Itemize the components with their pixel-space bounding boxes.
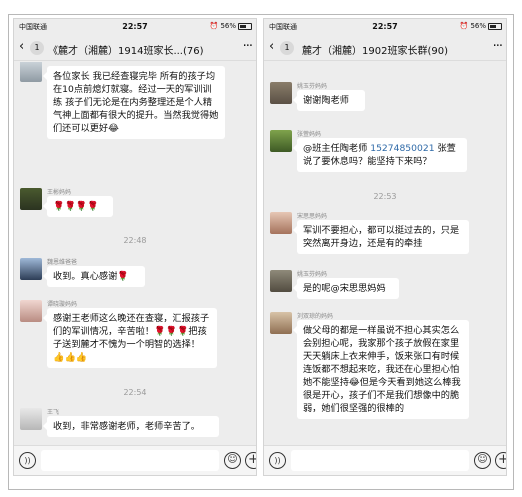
voice-input-icon[interactable]: )) [269, 452, 286, 469]
sender-name: 姚玉芬妈妈 [297, 271, 328, 278]
right-phone-screen: 中国联通 22:57 ⏰ 56% ‹ 1 麓才（湘麓）1902班家长群(90) … [263, 18, 507, 476]
message-bubble[interactable]: 感谢王老师这么晚还在查寝，汇报孩子们的军训情况，辛苦啦！🌹🌹🌹把孩子送到麓才不愧… [43, 308, 217, 368]
avatar[interactable] [20, 62, 42, 82]
chat-header: ‹ 1 《麓才（湘麓）1914班家长...(76) ··· [14, 35, 256, 61]
chat-title: 麓才（湘麓）1902班家长群(90) [302, 46, 448, 57]
phone-number-link[interactable]: 15274850021 [370, 143, 434, 154]
unread-count-badge: 1 [30, 41, 44, 55]
message-bubble[interactable]: 做父母的都是一样虽说不担心其实怎么会别担心呢，我家那个孩子放假在家里天天躺床上衣… [293, 320, 469, 419]
message-bubble[interactable]: 🌹🌹🌹🌹 [43, 196, 113, 217]
sender-name: 刘双琼的妈妈 [297, 313, 334, 320]
message-bubble[interactable]: 谢谢陶老师 [293, 90, 365, 111]
status-right: ⏰ 56% [210, 22, 252, 30]
voice-input-icon[interactable]: )) [19, 452, 36, 469]
status-right: ⏰ 56% [460, 22, 502, 30]
sender-name: 王彬妈妈 [47, 189, 72, 196]
sender-name: 姚玉芬妈妈 [297, 83, 328, 90]
avatar[interactable] [270, 82, 292, 104]
back-arrow-icon[interactable]: ‹ [19, 39, 24, 54]
avatar[interactable] [270, 130, 292, 152]
sender-name: 宋思思妈妈 [297, 213, 328, 220]
battery-icon [238, 22, 252, 30]
battery-label: 56% [220, 22, 236, 30]
message-bubble[interactable]: 各位家长 我已经查寝完毕 所有的孩子均在10点前熄灯就寝。经过一天的军训训练 孩… [43, 66, 225, 139]
emoji-icon[interactable]: ☺ [224, 452, 241, 469]
avatar[interactable] [20, 188, 42, 210]
back-arrow-icon[interactable]: ‹ [269, 39, 274, 54]
avatar[interactable] [20, 258, 42, 280]
unread-count-badge: 1 [280, 41, 294, 55]
avatar[interactable] [270, 212, 292, 234]
status-bar: 中国联通 22:57 ⏰ 56% [264, 19, 506, 35]
plus-icon[interactable]: + [495, 452, 506, 469]
input-bar: )) ☺ + [14, 445, 256, 475]
timestamp: 22:54 [123, 388, 147, 397]
chat-title: 《麓才（湘麓）1914班家长...(76) [48, 46, 204, 57]
timestamp: 22:48 [123, 236, 147, 245]
battery-icon [488, 22, 502, 30]
mention-text: @班主任陶老师 [303, 143, 371, 154]
emoji-icon[interactable]: ☺ [474, 452, 491, 469]
chat-header: ‹ 1 麓才（湘麓）1902班家长群(90) ··· [264, 35, 506, 61]
left-phone-screen: 中国联通 22:57 ⏰ 56% ‹ 1 《麓才（湘麓）1914班家长...(7… [13, 18, 257, 476]
timestamp: 22:53 [373, 192, 397, 201]
alarm-icon: ⏰ [209, 22, 219, 30]
message-bubble[interactable]: 军训不要担心，都可以挺过去的，只是突然离开身边，还是有的牵挂 [293, 220, 469, 254]
avatar[interactable] [270, 312, 292, 334]
avatar[interactable] [270, 270, 292, 292]
more-options-icon[interactable]: ··· [243, 39, 253, 54]
message-bubble[interactable]: @班主任陶老师 15274850021 张萱说了要休息吗？能坚持下来吗？ [293, 138, 467, 172]
message-bubble[interactable]: 是的呢@宋思思妈妈 [293, 278, 399, 299]
message-bubble[interactable]: 收到。真心感谢🌹 [43, 266, 145, 287]
battery-label: 56% [470, 22, 486, 30]
sender-name: 谭晓璇妈妈 [47, 301, 78, 308]
message-bubble[interactable]: 收到，非常感谢老师，老师辛苦了。 [43, 416, 219, 437]
sender-name: 魏恩维爸爸 [47, 259, 78, 266]
avatar[interactable] [20, 300, 42, 322]
more-options-icon[interactable]: ··· [493, 39, 503, 54]
message-list[interactable]: 姚玉芬妈妈 谢谢陶老师 张萱妈妈 @班主任陶老师 15274850021 张萱说… [264, 62, 506, 447]
plus-icon[interactable]: + [245, 452, 256, 469]
message-input[interactable] [41, 450, 219, 471]
avatar[interactable] [20, 408, 42, 430]
sender-name: 王飞 [47, 409, 60, 416]
message-list[interactable]: 各位家长 我已经查寝完毕 所有的孩子均在10点前熄灯就寝。经过一天的军训训练 孩… [14, 62, 256, 447]
alarm-icon: ⏰ [459, 22, 469, 30]
input-bar: )) ☺ + [264, 445, 506, 475]
status-bar: 中国联通 22:57 ⏰ 56% [14, 19, 256, 35]
sender-name: 张萱妈妈 [297, 131, 322, 138]
message-input[interactable] [291, 450, 469, 471]
